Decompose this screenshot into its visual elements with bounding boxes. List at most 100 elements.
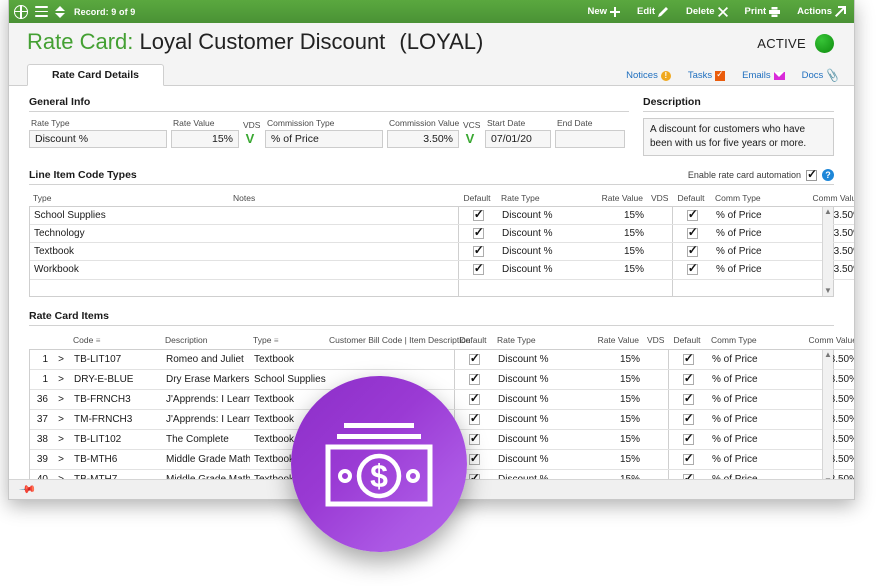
col-default-2[interactable]: Default [667,332,707,351]
table-row[interactable]: 1 > DRY-E-BLUE Dry Erase Markers School Supp… [30,369,854,391]
cell-default-1[interactable] [457,207,498,226]
cell-expander[interactable]: > [52,409,70,431]
cell-rate-type: Discount % [494,389,578,411]
col-vds[interactable]: VDS [647,191,671,207]
col-rate-type[interactable]: Rate Type [497,191,581,207]
col-comm-type[interactable]: Comm Type [711,191,795,207]
commission-value-field[interactable]: Commission Value 3.50% [387,118,459,148]
col-rate-value[interactable]: Rate Value [581,191,647,207]
cell-default-1[interactable] [457,224,498,244]
cell-default-1[interactable] [457,242,498,262]
vertical-scrollbar[interactable]: ▲ ▼ [822,350,833,487]
cell-expander[interactable]: > [52,449,70,471]
col-description[interactable]: Description [161,332,249,351]
table-row[interactable]: 1>TB-LIT107Romeo and JulietTextbook Disco… [30,350,854,371]
print-button[interactable]: Print [745,6,781,17]
col-notes[interactable]: Notes [229,191,457,207]
cell-expander[interactable]: > [52,389,70,411]
start-date-field[interactable]: Start Date 07/01/20 [485,118,551,148]
checkbox-icon [686,225,698,240]
pin-icon[interactable]: 📌 [18,480,37,499]
cell-default-2[interactable] [667,429,708,451]
col-vds[interactable]: VDS [643,332,667,351]
table-row-empty [30,279,854,297]
cell-default-2[interactable] [671,224,712,244]
scroll-up-icon[interactable]: ▲ [824,207,832,217]
cell-default-1[interactable] [453,369,494,391]
new-label: New [587,6,608,17]
cell-vds [648,242,672,262]
end-date-field[interactable]: End Date [555,118,625,148]
col-rate-type[interactable]: Rate Type [493,332,577,351]
table-row[interactable]: Workbook Discount % 15% % of Price 3.50% [30,260,854,280]
col-default-1[interactable]: Default [453,332,493,351]
col-code[interactable]: Code ≡ [69,332,161,351]
help-icon[interactable]: ? [822,169,834,181]
notices-link[interactable]: Notices ! [626,70,671,81]
cell-expander[interactable]: > [52,350,70,371]
cell-rate-value: 15% [578,369,644,391]
table-row[interactable]: School Supplies Discount % 15% % of Pric… [30,207,854,226]
checkbox-icon [686,261,698,276]
vcs-value: V [465,131,475,146]
cell-vds [644,350,668,371]
checkbox-icon [468,351,480,365]
emails-link[interactable]: Emails [742,70,785,81]
cell-rownum: 1 [30,369,52,391]
col-comm-type[interactable]: Comm Type [707,332,791,351]
cell-default-1[interactable] [457,260,498,280]
record-nav-icon[interactable] [55,5,65,18]
col-comm-value[interactable]: Comm Value [795,191,854,207]
table-row[interactable]: Textbook Discount % 15% % of Price 3.50% [30,242,854,262]
toolbar-left-group: Record: 9 of 9 [14,4,135,19]
cell-default-2[interactable] [671,242,712,262]
cell-default-2[interactable] [667,409,708,431]
notices-label: Notices [626,70,658,81]
emails-label: Emails [742,70,771,81]
col-type[interactable]: Type ≡ [249,332,325,351]
actions-button[interactable]: Actions [797,6,846,17]
cell-default-1[interactable] [453,350,494,371]
globe-icon[interactable] [14,4,28,19]
docs-link[interactable]: Docs 📎 [802,69,841,84]
cell-default-1[interactable] [453,409,494,431]
col-comm-value[interactable]: Comm Value [791,332,854,351]
cell-default-2[interactable] [671,260,712,280]
col-bill-code[interactable]: Customer Bill Code | Item Description [325,332,471,351]
menu-icon[interactable] [35,6,48,17]
x-icon [717,6,728,17]
scroll-up-icon[interactable]: ▲ [824,350,832,360]
col-type[interactable]: Type [29,191,229,207]
rate-value-field[interactable]: Rate Value 15% [171,118,239,148]
automation-checkbox[interactable] [806,167,817,181]
cell-rate-type: Discount % [498,260,582,280]
description-text[interactable]: A discount for customers who have been w… [643,118,834,156]
screenshot-root: Record: 9 of 9 New Edit Delete Print Act… [0,0,879,586]
line-item-code-types-section: Line Item Code Types Enable rate card au… [29,167,854,298]
cell-default-1[interactable] [453,389,494,411]
col-rate-value[interactable]: Rate Value [577,332,643,351]
col-default-1[interactable]: Default [457,191,497,207]
cell-default-2[interactable] [667,389,708,411]
cell-default-2[interactable] [667,369,708,391]
delete-button[interactable]: Delete [686,6,728,17]
cell-rate-type: Discount % [498,224,582,244]
tasks-link[interactable]: Tasks [688,69,726,81]
vertical-scrollbar[interactable]: ▲ ▼ [822,207,833,297]
cell-default-2[interactable] [671,207,712,226]
cell-default-2[interactable] [667,449,708,471]
col-default-2[interactable]: Default [671,191,711,207]
cell-expander[interactable]: > [52,369,70,391]
tab-rate-card-details[interactable]: Rate Card Details [27,64,164,86]
cell-comm-type: % of Price [708,350,792,371]
checkbox-icon [682,351,694,365]
table-row[interactable]: Technology Discount % 15% % of Price 3.5… [30,224,854,244]
new-button[interactable]: New [588,6,621,17]
edit-button[interactable]: Edit [637,6,669,17]
rate-type-field[interactable]: Rate Type Discount % [29,118,167,148]
checkbox-icon [686,207,698,221]
cell-expander[interactable]: > [52,429,70,451]
commission-type-field[interactable]: Commission Type % of Price [265,118,383,148]
scroll-down-icon[interactable]: ▼ [824,286,832,296]
cell-default-2[interactable] [667,350,708,371]
